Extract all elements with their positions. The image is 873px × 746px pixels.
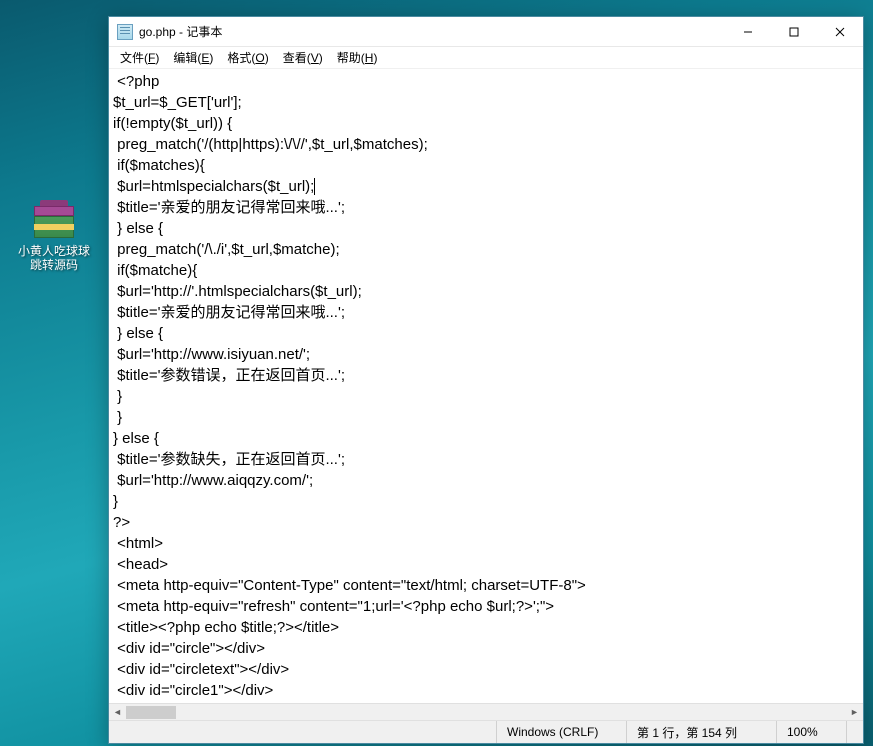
menu-help[interactable]: 帮助(H) [330,47,385,68]
close-button[interactable] [817,17,863,47]
scroll-track[interactable] [126,704,846,721]
maximize-button[interactable] [771,17,817,47]
status-grip [846,721,863,743]
horizontal-scrollbar[interactable]: ◄ ► [109,703,863,720]
status-encoding: Windows (CRLF) [496,721,626,743]
status-spacer [109,721,496,743]
menu-view[interactable]: 查看(V) [276,47,330,68]
editor-area[interactable]: <?php $t_url=$_GET['url']; if(!empty($t_… [109,69,863,720]
desktop-icon-archive[interactable]: 小黄人吃球球 跳转源码 [18,200,90,272]
scroll-thumb[interactable] [126,706,176,719]
minimize-button[interactable] [725,17,771,47]
menu-edit[interactable]: 编辑(E) [166,47,220,68]
notepad-window: go.php - 记事本 文件(F) 编辑(E) 格式(O) 查看(V) 帮助(… [108,16,864,744]
desktop-icon-label: 小黄人吃球球 跳转源码 [18,244,90,272]
menu-file[interactable]: 文件(F) [113,47,166,68]
scroll-left-arrow-icon[interactable]: ◄ [109,704,126,721]
window-title: go.php - 记事本 [139,23,222,40]
status-position: 第 1 行，第 154 列 [626,721,776,743]
statusbar: Windows (CRLF) 第 1 行，第 154 列 100% [109,720,863,743]
status-zoom: 100% [776,721,846,743]
menubar: 文件(F) 编辑(E) 格式(O) 查看(V) 帮助(H) [109,47,863,69]
titlebar[interactable]: go.php - 记事本 [109,17,863,47]
scroll-right-arrow-icon[interactable]: ► [846,704,863,721]
editor-content[interactable]: <?php $t_url=$_GET['url']; if(!empty($t_… [109,69,863,703]
rar-archive-icon [30,200,78,240]
notepad-icon [117,24,133,40]
menu-format[interactable]: 格式(O) [220,47,275,68]
